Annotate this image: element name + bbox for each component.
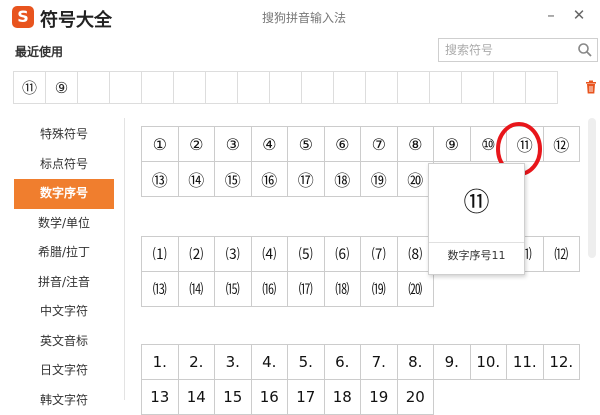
symbol-cell[interactable]: ⑬ xyxy=(141,161,179,197)
symbol-cell[interactable]: 5. xyxy=(287,344,325,380)
recent-empty-slot xyxy=(237,71,270,104)
sidebar-item[interactable]: 日文字符 xyxy=(14,356,114,386)
symbol-cell[interactable]: 18 xyxy=(324,379,362,415)
symbol-cell[interactable]: 20 xyxy=(397,379,435,415)
symbol-cell[interactable]: 9. xyxy=(433,344,471,380)
recent-empty-slot xyxy=(493,71,526,104)
symbol-cell[interactable]: ③ xyxy=(214,126,252,162)
symbol-cell[interactable]: ⑰ xyxy=(287,161,325,197)
symbol-cell[interactable]: ⑺ xyxy=(360,236,398,272)
symbol-cell[interactable]: 19 xyxy=(360,379,398,415)
recent-empty-slot xyxy=(109,71,142,104)
sidebar-item[interactable]: 拼音/注音 xyxy=(14,268,114,298)
symbol-cell[interactable]: ⑥ xyxy=(324,126,362,162)
symbol-cell[interactable]: ⒅ xyxy=(324,271,362,307)
symbol-cell[interactable]: ⑿ xyxy=(543,236,581,272)
sidebar-item[interactable]: 特殊符号 xyxy=(14,120,114,150)
recent-symbols-row: ⑪ ⑨ xyxy=(14,71,558,104)
symbol-cell[interactable]: 8. xyxy=(397,344,435,380)
symbol-cell[interactable]: ④ xyxy=(251,126,289,162)
tooltip-glyph: ⑪ xyxy=(429,182,524,219)
recent-empty-slot xyxy=(429,71,462,104)
symbol-cell[interactable]: 12. xyxy=(543,344,581,380)
sidebar-item[interactable]: 韩文字符 xyxy=(14,386,114,415)
symbol-cell[interactable]: ⑷ xyxy=(251,236,289,272)
symbol-cell[interactable]: ⑸ xyxy=(287,236,325,272)
recent-symbol[interactable]: ⑪ xyxy=(13,71,46,104)
symbol-cell[interactable]: ⒂ xyxy=(214,271,252,307)
recent-empty-slot xyxy=(141,71,174,104)
recent-empty-slot xyxy=(397,71,430,104)
symbol-cell[interactable]: ⑭ xyxy=(178,161,216,197)
symbol-cell[interactable]: ⑮ xyxy=(214,161,252,197)
period-number-grid: 1.2.3.4.5.6.7.8.9.10.11.12. 1314151617181… xyxy=(141,344,579,414)
sidebar-item[interactable]: 标点符号 xyxy=(14,150,114,180)
symbol-cell[interactable]: ⑴ xyxy=(141,236,179,272)
search-input[interactable] xyxy=(439,39,581,61)
symbol-cell[interactable]: ⑲ xyxy=(360,161,398,197)
symbol-cell[interactable]: ⒄ xyxy=(287,271,325,307)
symbol-cell[interactable]: ⑧ xyxy=(397,126,435,162)
symbol-cell[interactable]: 10. xyxy=(470,344,508,380)
category-sidebar: 特殊符号标点符号数字序号数学/单位希腊/拉丁拼音/注音中文字符英文音标日文字符韩… xyxy=(14,120,114,415)
tooltip-label: 数字序号11 xyxy=(429,242,524,269)
symbol-cell[interactable]: ⑶ xyxy=(214,236,252,272)
symbol-cell[interactable]: ⑯ xyxy=(251,161,289,197)
symbol-cell[interactable]: 2. xyxy=(178,344,216,380)
sidebar-item[interactable]: 希腊/拉丁 xyxy=(14,238,114,268)
minimize-button[interactable]: – xyxy=(540,4,562,26)
symbol-cell[interactable]: ⑹ xyxy=(324,236,362,272)
recent-label: 最近使用 xyxy=(15,43,63,60)
sidebar-divider xyxy=(124,118,125,400)
recent-symbol[interactable]: ⑨ xyxy=(45,71,78,104)
recent-empty-slot xyxy=(301,71,334,104)
sogou-logo-icon: S xyxy=(12,6,34,28)
symbol-cell[interactable]: 6. xyxy=(324,344,362,380)
symbol-cell[interactable]: ⑦ xyxy=(360,126,398,162)
symbol-cell[interactable]: ⑫ xyxy=(543,126,581,162)
recent-empty-slot xyxy=(77,71,110,104)
search-icon[interactable] xyxy=(577,42,593,58)
symbol-cell[interactable]: ⑤ xyxy=(287,126,325,162)
symbol-cell[interactable]: 16 xyxy=(251,379,289,415)
symbol-tooltip: ⑪ 数字序号11 xyxy=(428,163,525,275)
symbol-cell[interactable]: 15 xyxy=(214,379,252,415)
recent-empty-slot xyxy=(365,71,398,104)
sidebar-item[interactable]: 数字序号 xyxy=(14,179,114,209)
sidebar-item[interactable]: 英文音标 xyxy=(14,327,114,357)
symbol-cell[interactable]: 7. xyxy=(360,344,398,380)
symbol-cell[interactable]: ② xyxy=(178,126,216,162)
recent-empty-slot xyxy=(205,71,238,104)
symbol-cell[interactable]: 11. xyxy=(506,344,544,380)
symbol-cell[interactable]: ① xyxy=(141,126,179,162)
symbol-cell[interactable]: 14 xyxy=(178,379,216,415)
recent-empty-slot xyxy=(525,71,558,104)
symbol-cell[interactable]: ⑵ xyxy=(178,236,216,272)
symbol-cell[interactable]: 4. xyxy=(251,344,289,380)
symbol-cell[interactable]: ⑨ xyxy=(433,126,471,162)
close-button[interactable]: ✕ xyxy=(568,4,590,26)
sidebar-item[interactable]: 中文字符 xyxy=(14,297,114,327)
recent-empty-slot xyxy=(173,71,206,104)
recent-empty-slot xyxy=(333,71,366,104)
recent-empty-slot xyxy=(461,71,494,104)
symbol-cell[interactable]: ⒀ xyxy=(141,271,179,307)
title-bar: S 符号大全 搜狗拼音输入法 – ✕ xyxy=(0,0,600,34)
symbol-cell[interactable]: ⒃ xyxy=(251,271,289,307)
symbol-cell[interactable]: 1. xyxy=(141,344,179,380)
scrollbar[interactable] xyxy=(588,118,596,258)
symbol-cell[interactable]: 13 xyxy=(141,379,179,415)
symbol-cell[interactable]: ⒇ xyxy=(397,271,435,307)
ime-title: 搜狗拼音输入法 xyxy=(262,9,346,26)
sidebar-item[interactable]: 数学/单位 xyxy=(14,209,114,239)
recent-empty-slot xyxy=(269,71,302,104)
symbol-cell[interactable]: ⒁ xyxy=(178,271,216,307)
search-box[interactable] xyxy=(438,38,598,62)
symbol-cell[interactable]: ⑱ xyxy=(324,161,362,197)
symbol-cell[interactable]: ⒆ xyxy=(360,271,398,307)
symbol-cell[interactable]: 3. xyxy=(214,344,252,380)
trash-icon[interactable] xyxy=(585,80,597,94)
app-title: 符号大全 xyxy=(40,6,112,32)
symbol-cell[interactable]: 17 xyxy=(287,379,325,415)
